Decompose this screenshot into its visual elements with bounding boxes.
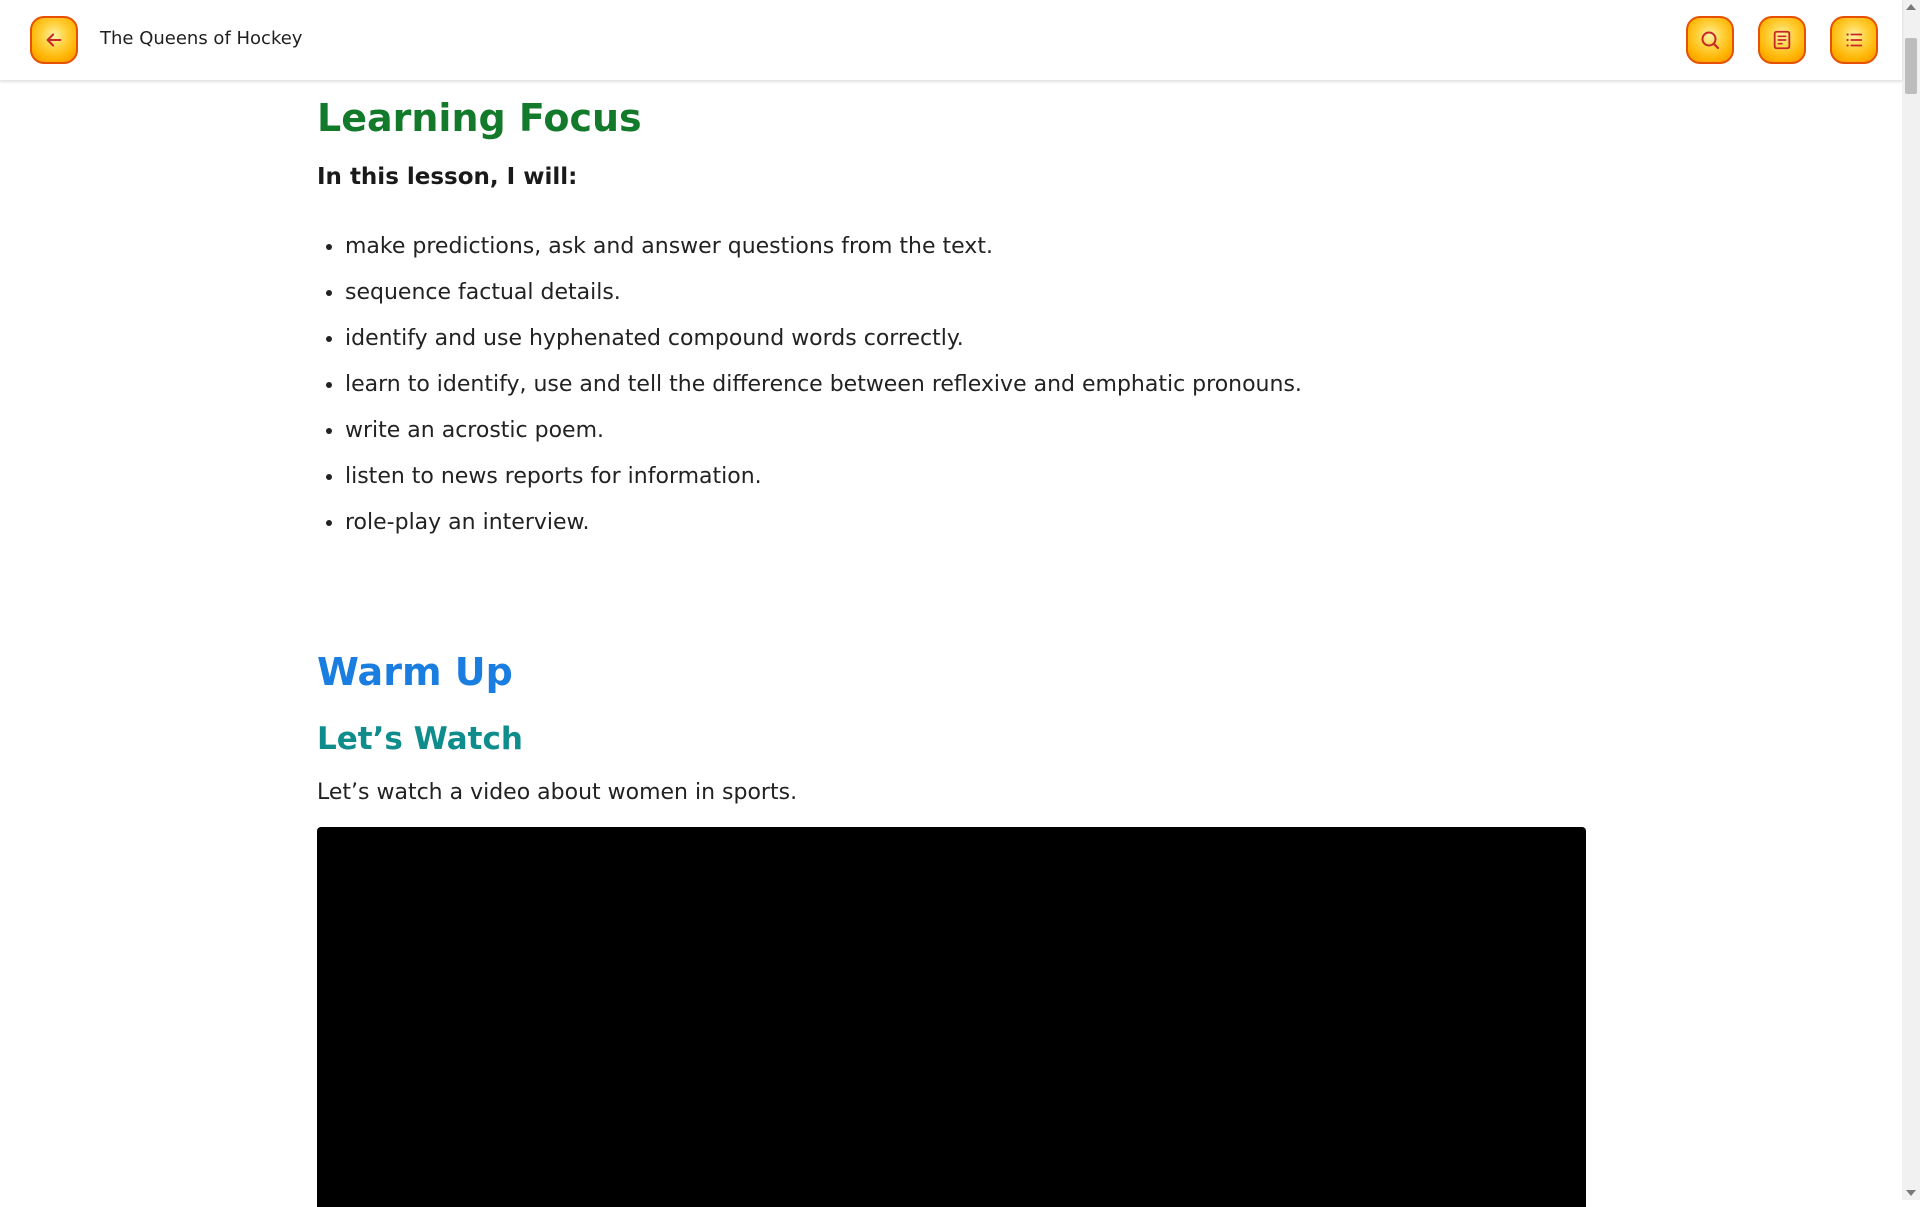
scroll-thumb[interactable] — [1905, 38, 1917, 94]
search-button[interactable] — [1686, 16, 1734, 64]
warm-up-heading: Warm Up — [317, 649, 513, 694]
list-item: learn to identify, use and tell the diff… — [345, 362, 1587, 408]
list-item: make predictions, ask and answer questio… — [345, 224, 1587, 270]
list-item: write an acrostic poem. — [345, 408, 1587, 454]
learning-focus-intro: In this lesson, I will: — [317, 163, 578, 190]
list-item: identify and use hyphenated compound wor… — [345, 316, 1587, 362]
table-of-contents-button[interactable] — [1830, 16, 1878, 64]
lets-watch-text: Let’s watch a video about women in sport… — [317, 780, 798, 806]
lets-watch-heading: Let’s Watch — [317, 721, 523, 758]
notes-icon — [1773, 30, 1791, 50]
list-icon — [1846, 33, 1863, 47]
list-item: sequence factual details. — [345, 270, 1587, 316]
video-player[interactable] — [317, 827, 1586, 1207]
search-icon — [1701, 31, 1720, 50]
vertical-scrollbar[interactable] — [1902, 0, 1920, 1200]
scroll-up-arrow-icon[interactable] — [1906, 4, 1916, 10]
arrow-left-icon — [46, 33, 62, 47]
list-item: listen to news reports for information. — [345, 454, 1587, 500]
notes-button[interactable] — [1758, 16, 1806, 64]
learning-focus-list: make predictions, ask and answer questio… — [317, 224, 1587, 546]
page-title: The Queens of Hockey — [100, 28, 303, 49]
learning-focus-heading: Learning Focus — [317, 96, 642, 140]
top-app-bar: The Queens of Hockey — [0, 0, 1902, 81]
lesson-content: Learning Focus In this lesson, I will: m… — [317, 80, 1587, 1207]
scroll-down-arrow-icon[interactable] — [1906, 1190, 1916, 1196]
list-item: role-play an interview. — [345, 500, 1587, 546]
back-button[interactable] — [30, 16, 78, 64]
